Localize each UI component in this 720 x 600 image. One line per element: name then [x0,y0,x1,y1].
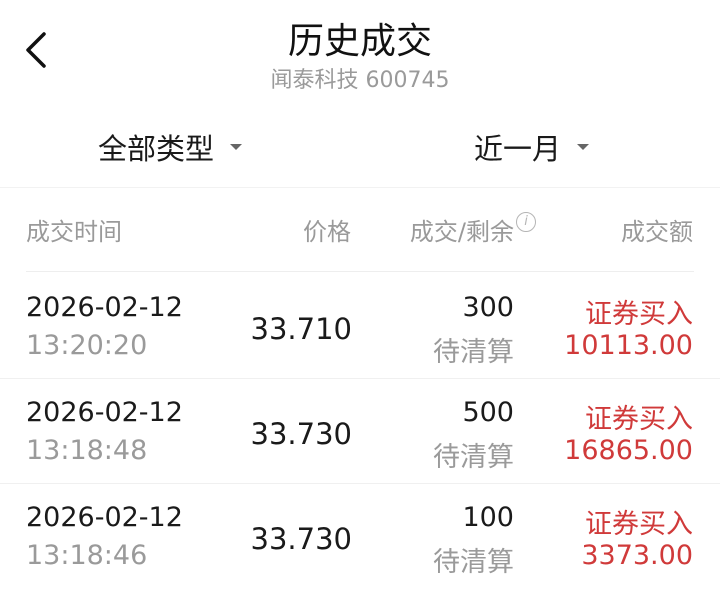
col-amount: 成交额 [621,218,693,246]
trade-amount: 3373.00 [581,540,693,571]
trade-date: 2026-02-12 [26,292,183,323]
trade-status: 待清算 [433,547,514,578]
trade-date: 2026-02-12 [26,397,183,428]
page-title: 历史成交 [287,21,432,62]
type-filter-dropdown[interactable]: 全部类型 [98,126,243,168]
filter-divider [0,187,720,188]
col-qty-remaining: 成交/剩余 i [409,212,536,247]
column-headers: 成交时间 价格 成交/剩余 i 成交额 [0,212,720,252]
header-divider [26,271,694,272]
trade-price: 33.710 [250,312,352,346]
trade-amount: 10113.00 [564,330,693,361]
stock-subtitle: 闻泰科技 600745 [270,68,450,93]
trade-qty: 300 [462,292,514,323]
trade-status: 待清算 [433,337,514,368]
trade-qty: 500 [462,397,514,428]
trade-amount: 16865.00 [564,435,693,466]
trade-time: 13:18:48 [26,435,148,466]
trade-type: 证券买入 [585,509,693,540]
trade-type: 证券买入 [585,404,693,435]
col-qty-remaining-label: 成交/剩余 [409,218,514,246]
caret-down-icon [577,144,590,150]
trade-price: 33.730 [250,417,352,451]
trade-qty: 100 [462,502,514,533]
header: 历史成交 闻泰科技 600745 [0,0,720,108]
trade-type: 证券买入 [585,299,693,330]
type-filter-label: 全部类型 [98,132,215,166]
table-row[interactable]: 2026-02-12 13:20:20 33.710 300 待清算 证券买入 … [0,274,720,379]
period-filter-dropdown[interactable]: 近一月 [474,126,590,168]
trade-time: 13:18:46 [26,540,148,571]
trade-date: 2026-02-12 [26,502,183,533]
trade-price: 33.730 [250,522,352,556]
trade-time: 13:20:20 [26,330,148,361]
caret-down-icon [230,144,243,150]
col-price: 价格 [303,218,351,246]
trade-status: 待清算 [433,442,514,473]
table-row[interactable]: 2026-02-12 13:18:48 33.730 500 待清算 证券买入 … [0,379,720,484]
period-filter-label: 近一月 [474,132,562,166]
trade-history-screen: 历史成交 闻泰科技 600745 全部类型 近一月 成交时间 价格 成交/剩余 i… [0,0,720,600]
info-circle-icon[interactable]: i [516,212,536,232]
col-time: 成交时间 [26,218,122,246]
table-row[interactable]: 2026-02-12 13:18:46 33.730 100 待清算 证券买入 … [0,484,720,588]
